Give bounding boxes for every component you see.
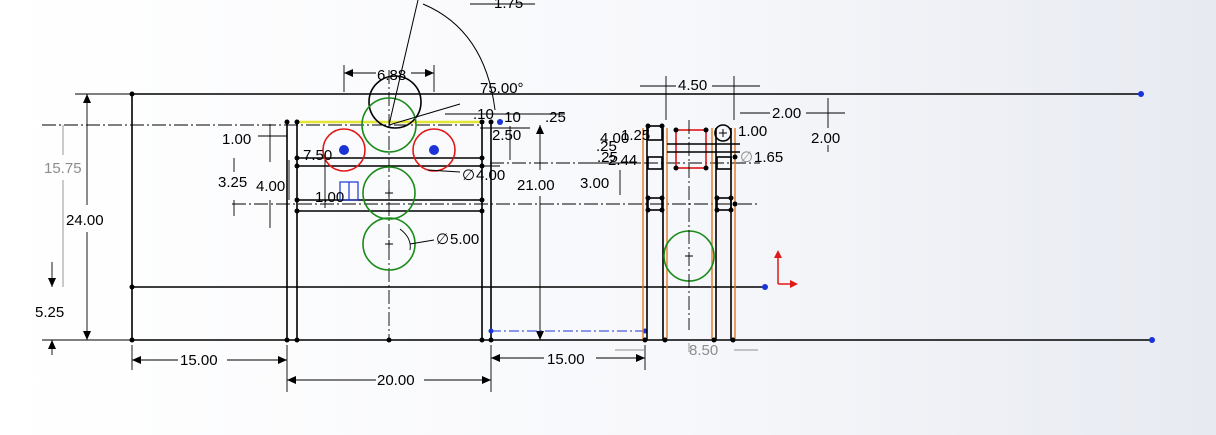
dim-crowd-b[interactable]: 1.25 bbox=[621, 127, 650, 144]
dim-middle-width[interactable]: 20.00 bbox=[377, 372, 415, 389]
sketch-canvas[interactable]: 1.75 24.00 15.75 5.25 15.00 20.00 15.00 … bbox=[0, 0, 1216, 435]
dim-clear-height[interactable]: 21.00 bbox=[517, 177, 555, 194]
point[interactable] bbox=[497, 119, 503, 125]
dim-total-height[interactable]: 24.00 bbox=[66, 212, 104, 229]
dim-offset-3[interactable]: 4.00 bbox=[256, 178, 285, 195]
dim-angle[interactable]: 75.00° bbox=[480, 80, 524, 97]
dim-lower-height[interactable]: 5.25 bbox=[35, 304, 64, 321]
dim-gap-1b[interactable]: .10 bbox=[500, 109, 521, 126]
dia-prefix: ∅ bbox=[740, 149, 753, 166]
dim-crowd-d[interactable]: .25 bbox=[597, 149, 618, 166]
dim-roller-spacing[interactable]: 6.88 bbox=[377, 67, 406, 84]
point[interactable] bbox=[488, 328, 494, 334]
leader-line bbox=[409, 239, 435, 245]
left-column[interactable] bbox=[642, 128, 668, 340]
endpoint[interactable] bbox=[762, 284, 768, 290]
dim-col-offset-b[interactable]: 2.00 bbox=[811, 130, 840, 147]
dim-offset-1[interactable]: 1.00 bbox=[222, 131, 251, 148]
hole-center-point[interactable] bbox=[339, 145, 349, 155]
angle-line[interactable] bbox=[388, 0, 419, 126]
dim-right-detail-width[interactable]: 8.50 bbox=[689, 342, 718, 359]
sketch-drawing[interactable]: 1.75 24.00 15.75 5.25 15.00 20.00 15.00 … bbox=[0, 0, 1216, 435]
dim-gap-1[interactable]: .10 bbox=[473, 106, 494, 123]
leader-arc bbox=[399, 228, 411, 251]
endpoint[interactable] bbox=[1138, 91, 1144, 97]
endpoint[interactable] bbox=[1149, 337, 1155, 343]
dim-gap-3[interactable]: 2.50 bbox=[492, 127, 521, 144]
dia-prefix: ∅ bbox=[436, 231, 449, 248]
dim-col-height[interactable]: 3.00 bbox=[580, 175, 609, 192]
dim-pin-dia[interactable]: 1.65 bbox=[754, 149, 783, 166]
dim-col-offset-a[interactable]: 2.00 bbox=[772, 105, 801, 122]
dim-offset-2[interactable]: 3.25 bbox=[218, 174, 247, 191]
vertex[interactable] bbox=[129, 284, 135, 290]
dim-right-width[interactable]: 15.00 bbox=[547, 351, 585, 368]
dim-upper-height[interactable]: 15.75 bbox=[44, 160, 82, 177]
dim-column-width[interactable]: 4.50 bbox=[678, 77, 707, 94]
dim-gap-2[interactable]: .25 bbox=[545, 109, 566, 126]
dim-col-step[interactable]: 1.00 bbox=[738, 123, 767, 140]
hole-center-point[interactable] bbox=[429, 145, 439, 155]
dim-block-width[interactable]: 1.00 bbox=[315, 189, 344, 206]
dia-prefix: ∅ bbox=[462, 167, 475, 184]
red-box[interactable] bbox=[675, 129, 707, 169]
dim-top-partial[interactable]: 1.75 bbox=[494, 0, 523, 12]
dim-hole-large[interactable]: 5.00 bbox=[450, 231, 479, 248]
dim-left-width[interactable]: 15.00 bbox=[180, 352, 218, 369]
origin-triad-icon bbox=[774, 250, 798, 288]
dim-hole-small[interactable]: 4.00 bbox=[476, 167, 505, 184]
dim-small-offset[interactable]: 7.50 bbox=[303, 147, 332, 164]
